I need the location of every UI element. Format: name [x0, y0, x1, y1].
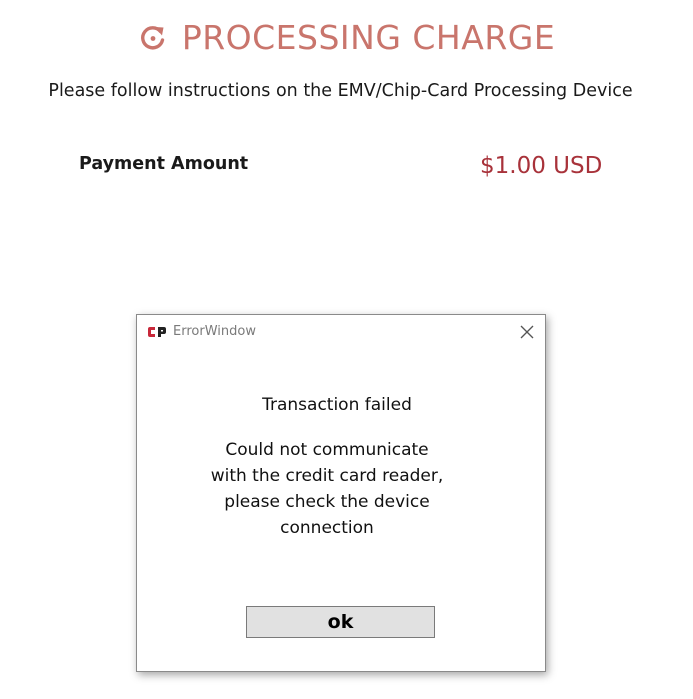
- error-message-line: please check the device: [224, 492, 430, 512]
- error-message-body: Could not communicate with the credit ca…: [177, 437, 477, 541]
- page-header: PROCESSING CHARGE: [0, 16, 693, 60]
- refresh-icon: [140, 26, 165, 50]
- ok-button[interactable]: ok: [246, 606, 435, 638]
- payment-amount-label: Payment Amount: [79, 154, 249, 174]
- error-message-line: with the credit card reader,: [210, 466, 444, 486]
- error-message-line: connection: [280, 518, 374, 538]
- payment-amount-value: $1.00 USD: [480, 153, 603, 179]
- error-dialog: ErrorWindow Transaction failed Could not…: [136, 314, 546, 672]
- dialog-titlebar[interactable]: ErrorWindow: [137, 315, 545, 349]
- error-message-title: Transaction failed: [262, 395, 412, 415]
- close-icon: [520, 325, 534, 339]
- page-title: PROCESSING CHARGE: [181, 18, 556, 57]
- dialog-window-title: ErrorWindow: [173, 324, 256, 339]
- instructions-text: Please follow instructions on the EMV/Ch…: [48, 81, 633, 101]
- cp-logo-icon: [148, 327, 166, 337]
- error-message-line: Could not communicate: [225, 440, 429, 460]
- dialog-close-button[interactable]: [517, 322, 537, 342]
